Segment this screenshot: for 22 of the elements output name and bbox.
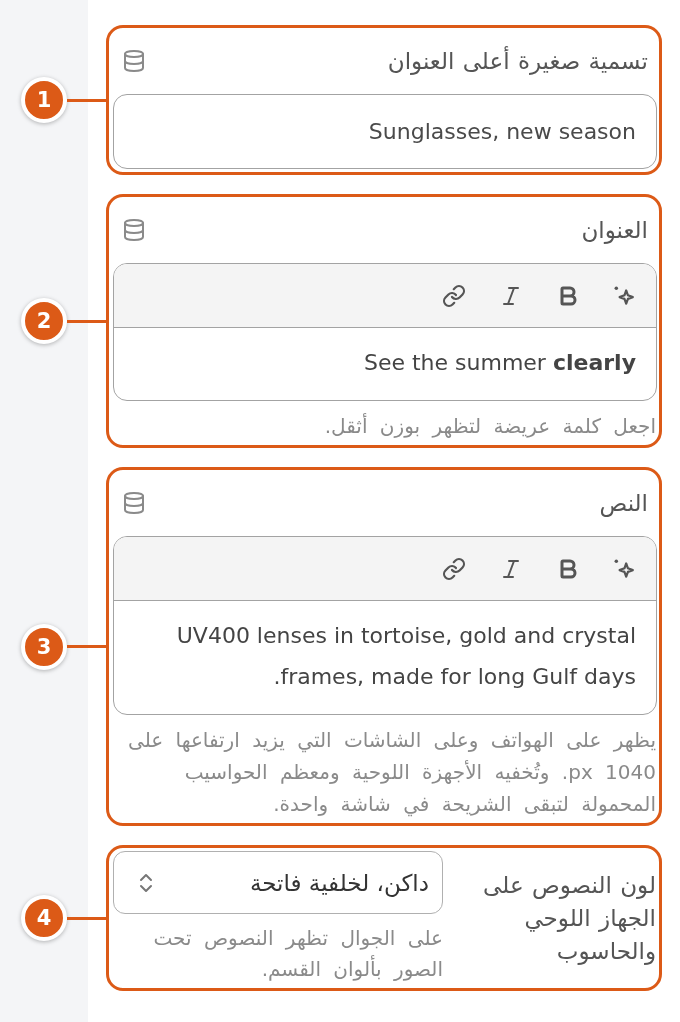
help-text: اجعل كلمة عريضة لتظهر بوزن أثقل. — [323, 412, 657, 440]
database-icon[interactable] — [122, 218, 146, 242]
database-icon[interactable] — [122, 49, 146, 73]
text-input[interactable]: UV400 lenses in tortoise, gold and crystal frames, made for long Gulf days. — [114, 601, 656, 714]
help-text: على الجوال تظهر النصوص تحت الصور بألوان القسم. — [152, 925, 443, 983]
link-icon[interactable] — [442, 283, 466, 308]
field-label: لون النصوص على الجهاز اللوحي والحاسوب — [482, 870, 657, 967]
database-icon[interactable] — [122, 491, 146, 515]
number-badge: 2 — [21, 298, 67, 344]
text-input[interactable]: Sunglasses, new season — [113, 94, 657, 169]
field-label: تسمية صغيرة أعلى العنوان — [387, 48, 648, 74]
sparkle-icon[interactable] — [613, 557, 635, 580]
help-text: يظهر على الهواتف وعلى الشاشات التي يزيد ارتفاعها على 1040 px. وتُخفيه الأجهزة اللوحية ومعظم الحواسيب المحمولة لتبقى الشريحة في شاشة واحدة. — [127, 727, 657, 819]
text-input[interactable]: See the summer clearly — [114, 328, 656, 400]
number-badge: 3 — [21, 623, 67, 670]
sparkle-icon[interactable] — [613, 284, 635, 307]
field-label: النص — [599, 490, 648, 516]
number-badge: 4 — [21, 895, 67, 941]
link-icon[interactable] — [442, 556, 466, 581]
number-badge: 1 — [21, 77, 67, 123]
field-label: العنوان — [581, 217, 648, 243]
dropdown-select[interactable]: داكن، لخلفية فاتحة — [113, 851, 443, 914]
